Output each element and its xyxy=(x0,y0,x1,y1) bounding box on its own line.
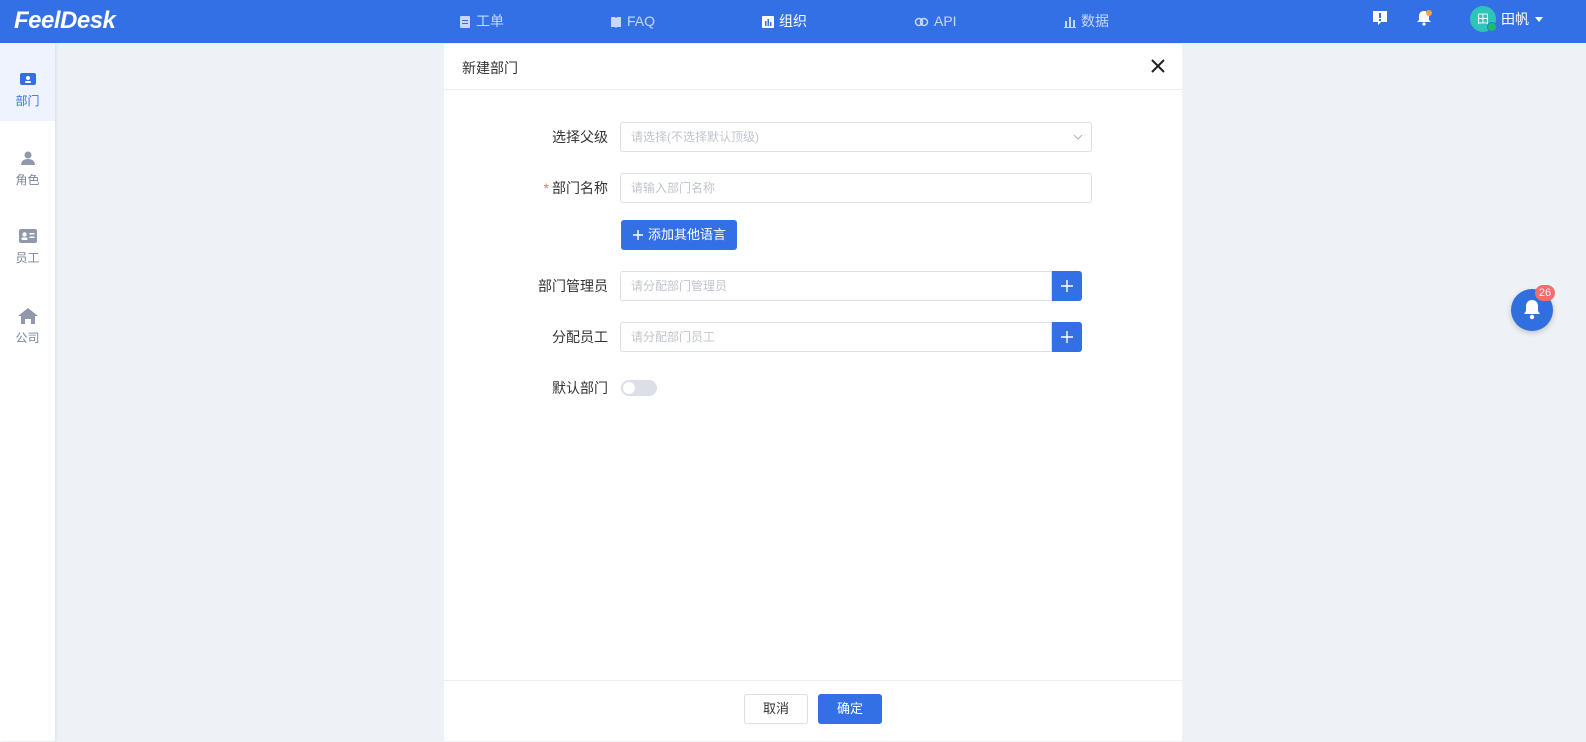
user-name: 田帆 xyxy=(1501,11,1529,27)
alert-message-icon[interactable] xyxy=(1372,10,1388,26)
plus-icon xyxy=(1061,280,1073,292)
nav-item-label: 数据 xyxy=(1081,13,1109,29)
sidebar: 部门 角色 员工 公司 xyxy=(0,43,55,741)
parent-field-row: 选择父级 请选择(不选择默认顶级) xyxy=(444,122,1182,152)
parent-select[interactable]: 请选择(不选择默认顶级) xyxy=(620,122,1092,152)
manager-field-row: 部门管理员 请分配部门管理员 xyxy=(444,271,1182,301)
notification-bell-icon[interactable] xyxy=(1416,10,1432,26)
add-language-label: 添加其他语言 xyxy=(648,227,727,242)
department-name-placeholder: 请输入部门名称 xyxy=(631,181,716,195)
assign-staff-input[interactable]: 请分配部门员工 xyxy=(620,322,1052,352)
parent-select-placeholder: 请选择(不选择默认顶级) xyxy=(631,130,759,144)
sidebar-item-label: 公司 xyxy=(15,331,40,345)
default-department-toggle[interactable] xyxy=(621,380,657,396)
document-icon xyxy=(460,15,470,28)
assign-staff-placeholder: 请分配部门员工 xyxy=(631,330,716,344)
staff-field-row: 分配员工 请分配部门员工 xyxy=(444,322,1182,352)
nav-item-faq[interactable]: FAQ xyxy=(610,0,655,43)
sidebar-item-employees[interactable]: 员工 xyxy=(0,199,55,277)
cancel-button[interactable]: 取消 xyxy=(744,694,808,724)
person-icon xyxy=(20,151,35,165)
sidebar-item-department[interactable]: 部门 xyxy=(0,43,55,121)
department-manager-input[interactable]: 请分配部门管理员 xyxy=(620,271,1052,301)
default-department-label: 默认部门 xyxy=(552,380,608,396)
sidebar-item-label: 部门 xyxy=(15,94,40,108)
plus-icon xyxy=(1061,331,1073,343)
floating-notification-button[interactable]: 26 xyxy=(1511,285,1555,331)
dialog-header: 新建部门 xyxy=(444,44,1182,90)
name-label-text: 部门名称 xyxy=(552,180,608,196)
home-icon xyxy=(17,308,38,324)
nav-item-organization[interactable]: 组织 xyxy=(762,0,807,43)
book-icon xyxy=(611,16,621,28)
staff-label: 分配员工 xyxy=(552,329,608,345)
parent-label: 选择父级 xyxy=(552,129,608,145)
nav-item-label: 工单 xyxy=(476,13,504,29)
new-department-dialog: 新建部门 选择父级 请选择(不选择默认顶级) * 部门名称 请输入部门名称 添加其… xyxy=(444,44,1182,741)
notification-count-badge: 26 xyxy=(1535,285,1555,301)
department-name-input[interactable]: 请输入部门名称 xyxy=(620,173,1092,203)
sidebar-item-company[interactable]: 公司 xyxy=(0,277,55,355)
name-field-row: * 部门名称 请输入部门名称 xyxy=(444,173,1182,203)
toggle-knob xyxy=(623,382,635,394)
name-label: * 部门名称 xyxy=(544,173,608,203)
nav-item-data[interactable]: 数据 xyxy=(1064,0,1109,43)
department-icon xyxy=(19,73,36,85)
avatar: 田 xyxy=(1470,6,1497,32)
api-link-icon xyxy=(914,17,929,26)
bar-chart-icon xyxy=(1064,16,1076,28)
manager-label: 部门管理员 xyxy=(538,278,608,294)
sidebar-item-label: 员工 xyxy=(15,251,40,265)
plus-icon xyxy=(633,230,643,240)
nav-item-label: FAQ xyxy=(627,13,656,29)
add-language-row: 添加其他语言 xyxy=(444,220,1182,250)
org-chart-icon xyxy=(762,15,774,28)
nav-item-label: API xyxy=(934,13,957,29)
default-department-row: 默认部门 xyxy=(444,373,1182,403)
sidebar-item-label: 角色 xyxy=(15,173,40,187)
close-icon[interactable] xyxy=(1150,58,1166,74)
sidebar-item-roles[interactable]: 角色 xyxy=(0,121,55,199)
add-language-button[interactable]: 添加其他语言 xyxy=(621,220,738,250)
add-manager-button[interactable] xyxy=(1052,271,1082,301)
user-menu[interactable]: 田 田帆 xyxy=(1470,6,1544,32)
add-staff-button[interactable] xyxy=(1052,322,1082,352)
required-mark: * xyxy=(543,180,549,196)
chevron-down-icon xyxy=(1073,134,1083,140)
id-card-icon xyxy=(18,229,37,243)
dialog-title: 新建部门 xyxy=(462,60,518,76)
nav-item-label: 组织 xyxy=(779,13,807,29)
department-manager-placeholder: 请分配部门管理员 xyxy=(631,279,728,293)
confirm-button[interactable]: 确定 xyxy=(818,694,882,724)
nav-item-tickets[interactable]: 工单 xyxy=(459,0,504,43)
dialog-footer: 取消 确定 xyxy=(444,680,1182,742)
caret-down-icon xyxy=(1535,17,1543,22)
nav-item-api[interactable]: API xyxy=(914,0,957,43)
bell-icon xyxy=(1524,300,1540,320)
app-logo[interactable]: FeelDesk xyxy=(14,7,116,35)
online-status-dot xyxy=(1487,22,1497,32)
top-navigation-bar: FeelDesk 工单 FAQ 组织 API 数据 田 田帆 xyxy=(0,0,1586,43)
